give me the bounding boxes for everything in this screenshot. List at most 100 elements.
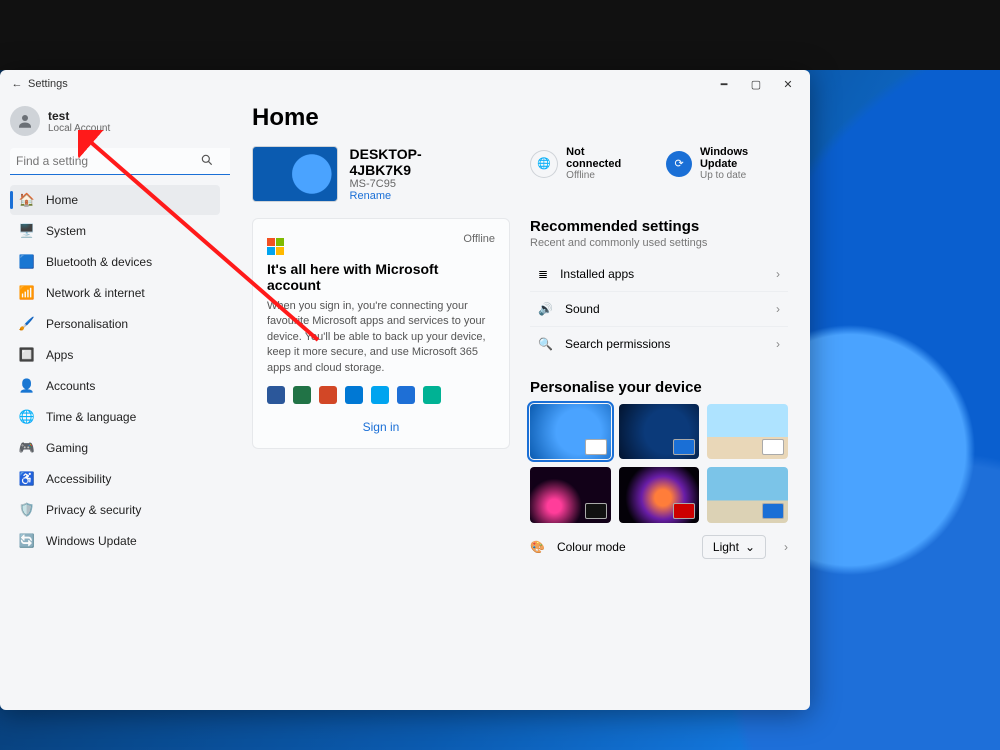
m365-app-icon-4 xyxy=(371,386,389,404)
net-icon: 📶 xyxy=(18,284,36,302)
nav-list: 🏠 Home🖥️ System🟦 Bluetooth & devices📶 Ne… xyxy=(10,185,220,556)
sidebar-item-time[interactable]: 🌐 Time & language xyxy=(10,402,220,432)
device-header-row: DESKTOP-4JBK7K9 MS-7C95 Rename 🌐 Not con… xyxy=(252,146,788,202)
monitor-bezel xyxy=(0,0,1000,70)
sidebar-item-home[interactable]: 🏠 Home xyxy=(10,185,220,215)
recommended-list: ≣ Installed apps ›🔊 Sound ›🔍 Search perm… xyxy=(530,257,788,361)
colour-mode-select[interactable]: Light ⌄ xyxy=(702,535,766,559)
recommended-item-label: Search permissions xyxy=(565,337,670,351)
sidebar-item-pers[interactable]: 🖌️ Personalisation xyxy=(10,309,220,339)
pc-thumbnail xyxy=(252,146,338,202)
pc-info: DESKTOP-4JBK7K9 MS-7C95 Rename xyxy=(252,146,482,202)
sidebar-item-label: Network & internet xyxy=(46,286,145,300)
colour-mode-value: Light xyxy=(713,540,739,554)
recommended-item-icon: 🔊 xyxy=(538,302,553,316)
m365-app-icon-2 xyxy=(319,386,337,404)
globe-icon: 🌐 xyxy=(530,150,558,178)
ms-card-body: When you sign in, you're connecting your… xyxy=(267,299,495,376)
rename-link[interactable]: Rename xyxy=(350,190,483,202)
recommended-item-2[interactable]: 🔍 Search permissions › xyxy=(530,326,788,361)
ms-card-status: Offline xyxy=(463,233,495,245)
chevron-right-icon: › xyxy=(784,540,788,554)
window-title: Settings xyxy=(28,78,68,90)
search-input[interactable] xyxy=(10,148,230,175)
sidebar-item-label: Windows Update xyxy=(46,534,137,548)
sidebar-item-upd[interactable]: 🔄 Windows Update xyxy=(10,526,220,556)
sidebar-item-label: Accounts xyxy=(46,379,95,393)
search-icon xyxy=(200,153,214,170)
chevron-right-icon: › xyxy=(776,337,780,351)
close-button[interactable]: ✕ xyxy=(772,73,804,95)
sidebar-item-acct[interactable]: 👤 Accounts xyxy=(10,371,220,401)
sidebar-item-apps[interactable]: 🔲 Apps xyxy=(10,340,220,370)
update-icon: ⟳ xyxy=(666,151,692,177)
windows-update-status[interactable]: ⟳ Windows Update Up to date xyxy=(666,146,788,181)
recommended-item-label: Sound xyxy=(565,302,600,316)
recommended-item-0[interactable]: ≣ Installed apps › xyxy=(530,257,788,291)
back-button[interactable]: ← xyxy=(6,78,28,90)
chevron-right-icon: › xyxy=(776,302,780,316)
recommended-item-icon: 🔍 xyxy=(538,337,553,351)
sidebar-item-acc[interactable]: ♿ Accessibility xyxy=(10,464,220,494)
settings-window: ← Settings ━ ▢ ✕ test Local Account xyxy=(0,70,810,710)
titlebar: ← Settings ━ ▢ ✕ xyxy=(0,70,810,98)
sidebar-item-priv[interactable]: 🛡️ Privacy & security xyxy=(10,495,220,525)
theme-option-6[interactable] xyxy=(707,467,788,522)
main-content: Home DESKTOP-4JBK7K9 MS-7C95 Rename 🌐 No… xyxy=(230,98,810,710)
chevron-down-icon: ⌄ xyxy=(745,540,755,554)
theme-option-1[interactable] xyxy=(530,404,611,459)
ms-logo-icon xyxy=(267,238,284,255)
network-status[interactable]: 🌐 Not connected Offline xyxy=(530,146,642,181)
theme-option-5[interactable] xyxy=(619,467,700,522)
sidebar-item-label: Apps xyxy=(46,348,73,362)
theme-option-3[interactable] xyxy=(707,404,788,459)
minimize-button[interactable]: ━ xyxy=(708,73,740,95)
game-icon: 🎮 xyxy=(18,439,36,457)
avatar-icon xyxy=(10,106,40,136)
pc-model: MS-7C95 xyxy=(350,178,483,190)
m365-app-icon-5 xyxy=(397,386,415,404)
sidebar-item-label: Bluetooth & devices xyxy=(46,255,152,269)
sidebar-item-label: Personalisation xyxy=(46,317,128,331)
sidebar: test Local Account 🏠 Home🖥️ System🟦 Blue… xyxy=(0,98,230,710)
home-icon: 🏠 xyxy=(18,191,36,209)
search-wrap xyxy=(10,148,220,175)
sidebar-item-bt[interactable]: 🟦 Bluetooth & devices xyxy=(10,247,220,277)
pc-name: DESKTOP-4JBK7K9 xyxy=(350,146,483,178)
sidebar-item-system[interactable]: 🖥️ System xyxy=(10,216,220,246)
recommended-title: Recommended settings xyxy=(530,218,788,235)
palette-icon: 🎨 xyxy=(530,540,545,554)
colour-mode-row: 🎨 Colour mode Light ⌄ › xyxy=(530,535,788,559)
maximize-button[interactable]: ▢ xyxy=(740,73,772,95)
system-icon: 🖥️ xyxy=(18,222,36,240)
theme-option-4[interactable] xyxy=(530,467,611,522)
m365-app-icon-0 xyxy=(267,386,285,404)
sign-in-link[interactable]: Sign in xyxy=(267,416,495,434)
update-status-title: Windows Update xyxy=(700,146,788,170)
m365-app-icon-3 xyxy=(345,386,363,404)
user-account-type: Local Account xyxy=(48,123,110,134)
recommended-item-1[interactable]: 🔊 Sound › xyxy=(530,291,788,326)
network-status-title: Not connected xyxy=(566,146,642,170)
page-title: Home xyxy=(252,104,788,132)
sidebar-item-game[interactable]: 🎮 Gaming xyxy=(10,433,220,463)
user-block[interactable]: test Local Account xyxy=(10,106,220,136)
m365-app-icon-1 xyxy=(293,386,311,404)
m365-app-icon-6 xyxy=(423,386,441,404)
recommended-item-label: Installed apps xyxy=(560,267,634,281)
sidebar-item-net[interactable]: 📶 Network & internet xyxy=(10,278,220,308)
sidebar-item-label: Gaming xyxy=(46,441,88,455)
pers-icon: 🖌️ xyxy=(18,315,36,333)
sidebar-item-label: Home xyxy=(46,193,78,207)
personalise-title: Personalise your device xyxy=(530,379,788,396)
theme-option-2[interactable] xyxy=(619,404,700,459)
recommended-sub: Recent and commonly used settings xyxy=(530,237,788,249)
update-status-sub: Up to date xyxy=(700,170,788,181)
personalise-section: Personalise your device 🎨 Colour mode xyxy=(530,379,788,559)
sidebar-item-label: System xyxy=(46,224,86,238)
ms-card-heading: It's all here with Microsoft account xyxy=(267,261,495,293)
time-icon: 🌐 xyxy=(18,408,36,426)
user-name: test xyxy=(48,109,110,123)
bt-icon: 🟦 xyxy=(18,253,36,271)
colour-mode-label: Colour mode xyxy=(557,540,626,554)
